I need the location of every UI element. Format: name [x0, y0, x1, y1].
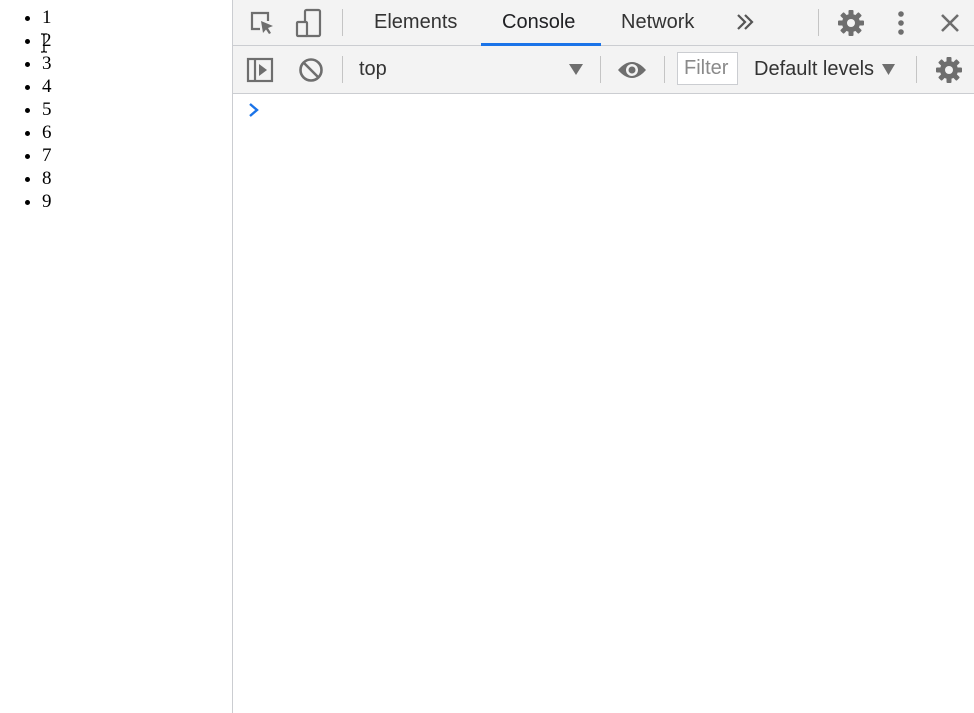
- list-item: 4: [42, 75, 232, 98]
- device-toolbar-icon: [295, 8, 322, 38]
- list-item: 1: [42, 6, 232, 29]
- device-toolbar-button[interactable]: [294, 7, 324, 39]
- prompt-chevron-icon: [249, 103, 259, 117]
- close-devtools-button[interactable]: [936, 9, 964, 37]
- clear-console-button[interactable]: [296, 55, 326, 85]
- eye-icon: [618, 62, 646, 78]
- toolbar-separator: [916, 56, 917, 83]
- settings-button[interactable]: [836, 8, 866, 38]
- list-item: 3: [42, 52, 232, 75]
- context-value: top: [359, 58, 387, 80]
- inspect-element-button[interactable]: [247, 8, 277, 38]
- triangle-down-icon: [882, 64, 896, 75]
- show-sidebar-button[interactable]: [245, 55, 275, 85]
- clear-console-icon: [299, 58, 323, 82]
- customize-menu-button[interactable]: [888, 8, 914, 38]
- tab-elements[interactable]: Elements: [374, 0, 457, 45]
- chevron-double-right-icon: [737, 14, 754, 30]
- triangle-down-icon: [569, 64, 583, 75]
- gear-icon: [838, 10, 864, 36]
- devtools-tabbar: Elements Console Network: [233, 0, 974, 46]
- toolbar-separator: [342, 56, 343, 83]
- live-expression-button[interactable]: [616, 55, 648, 85]
- devtools-panel: Elements Console Network top Filter Defa…: [233, 0, 974, 713]
- inspect-element-icon: [250, 11, 273, 34]
- more-tabs-button[interactable]: [733, 10, 757, 34]
- list-item: 6: [42, 121, 232, 144]
- list-item: 8: [42, 167, 232, 190]
- log-levels-label: Default levels: [754, 58, 875, 80]
- toolbar-separator: [600, 56, 601, 83]
- list-item: 7: [42, 144, 232, 167]
- toolbar-separator: [342, 9, 343, 36]
- gear-icon: [936, 57, 962, 83]
- browser-window: 1 2 3 4 5 6 7 8 9: [0, 0, 974, 713]
- list-item: 2: [42, 29, 232, 52]
- number-list: 1 2 3 4 5 6 7 8 9: [0, 0, 232, 213]
- log-levels-dropdown[interactable]: Default levels: [754, 46, 896, 93]
- list-item: 9: [42, 190, 232, 213]
- tab-network[interactable]: Network: [621, 0, 694, 45]
- close-icon: [941, 14, 959, 32]
- toolbar-separator: [664, 56, 665, 83]
- console-toolbar: top Default levels: [233, 46, 974, 94]
- vertical-dots-icon: [898, 11, 904, 35]
- text-cursor-icon: [41, 33, 47, 53]
- page-viewport: 1 2 3 4 5 6 7 8 9: [0, 0, 232, 713]
- toolbar-separator: [818, 9, 819, 36]
- tab-console[interactable]: Console: [502, 0, 575, 45]
- show-sidebar-icon: [246, 57, 274, 83]
- list-item: 5: [42, 98, 232, 121]
- console-settings-button[interactable]: [934, 55, 964, 85]
- console-prompt-area[interactable]: [233, 94, 974, 713]
- context-selector[interactable]: top: [347, 46, 587, 93]
- filter-input[interactable]: [677, 52, 738, 85]
